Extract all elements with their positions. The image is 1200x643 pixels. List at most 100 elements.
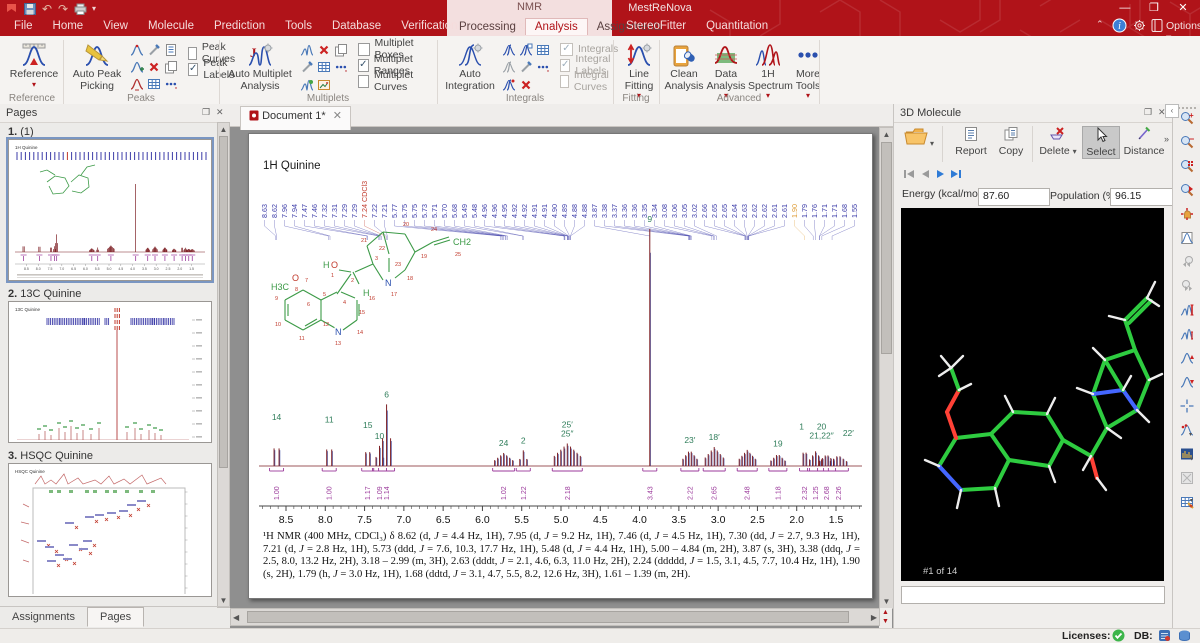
zoom-region-icon[interactable] — [1176, 183, 1198, 205]
context-tab-processing[interactable]: Processing — [450, 19, 525, 35]
zoom-forward-icon[interactable] — [1176, 279, 1198, 301]
report-button[interactable]: Report — [950, 126, 992, 157]
population-field[interactable]: 96.15 — [1110, 188, 1180, 206]
more-icon[interactable] — [162, 77, 179, 92]
copy-button[interactable]: Copy — [994, 126, 1028, 157]
checkbox-multiplet-curves[interactable]: Multiplet Curves — [358, 74, 436, 88]
more-icon[interactable] — [332, 60, 349, 75]
auto-integration-button[interactable]: AutoIntegration — [442, 40, 498, 92]
strip-drag-handle[interactable] — [1178, 107, 1196, 109]
save-icon[interactable] — [24, 3, 36, 18]
quick-access-more-icon[interactable]: ▾ — [92, 4, 96, 13]
context-tab-analysis[interactable]: Analysis — [525, 18, 588, 35]
copy-icon[interactable] — [162, 60, 179, 75]
wrench-icon[interactable] — [517, 60, 534, 75]
table-icon[interactable] — [534, 43, 551, 58]
redo-icon[interactable]: ↷ — [58, 2, 68, 16]
menu-tab-file[interactable]: File — [4, 18, 43, 34]
intensity-down-icon[interactable] — [1176, 327, 1198, 349]
spectrum-page[interactable]: 1H Quinine 8.638.627.967.947.477.467.327… — [248, 133, 873, 599]
display-mode-icon[interactable]: ▾ — [1176, 447, 1198, 469]
table-icon[interactable] — [145, 77, 162, 92]
auto-peak-picking-button[interactable]: Auto PeakPicking — [68, 40, 126, 92]
multiplet-g-icon[interactable] — [298, 78, 315, 93]
wrench-icon[interactable] — [298, 60, 315, 75]
preview-icon[interactable] — [1176, 231, 1198, 253]
collapse-ribbon-icon[interactable]: ⌃ — [1096, 19, 1104, 30]
close-tab-icon[interactable]: ✕ — [333, 110, 342, 122]
prev-page-icon[interactable]: ▲ — [879, 608, 892, 617]
more-tools-button[interactable]: MoreTools▾ — [790, 40, 826, 99]
menu-tab-tools[interactable]: Tools — [275, 18, 322, 34]
distance-button[interactable]: Distance — [1122, 126, 1166, 157]
image-icon[interactable] — [315, 78, 332, 93]
minimize-button[interactable]: — — [1112, 2, 1138, 14]
energy-field[interactable]: 87.60 — [978, 188, 1050, 206]
menu-tab-prediction[interactable]: Prediction — [204, 18, 275, 34]
db-status-icon[interactable] — [1158, 629, 1171, 643]
notebook-icon[interactable] — [1150, 18, 1165, 36]
undo-icon[interactable]: ↶ — [42, 2, 52, 16]
copy-icon[interactable] — [332, 43, 349, 58]
disabled-tool-icon[interactable] — [1176, 471, 1198, 493]
doc-scroll-left-icon[interactable]: ◀ — [233, 611, 239, 624]
db-secondary-icon[interactable] — [1178, 629, 1191, 643]
open-molecule-button[interactable]: ▾ — [902, 126, 936, 150]
play-icon[interactable] — [934, 171, 946, 183]
toolbar-overflow-icon[interactable]: » — [1164, 134, 1169, 144]
zoom-out-icon[interactable]: − — [1176, 135, 1198, 157]
scroll-up-icon[interactable]: ▲ — [218, 123, 229, 136]
pan-icon[interactable] — [1176, 207, 1198, 229]
menu-tab-quantitation[interactable]: Quantitation — [696, 18, 778, 34]
nmr-spectrum[interactable]: 8.638.627.967.947.477.467.327.317.297.29… — [249, 134, 872, 598]
gear-icon[interactable] — [1132, 18, 1147, 36]
zoom-fit-icon[interactable] — [1176, 159, 1198, 181]
prev-frame-icon[interactable] — [919, 171, 931, 183]
report-icon[interactable] — [162, 43, 179, 58]
auto-multiplet-analysis-button[interactable]: JAuto MultipletAnalysis — [224, 40, 296, 92]
menu-tab-database[interactable]: Database — [322, 18, 391, 34]
fit-lowest-icon[interactable] — [1176, 375, 1198, 397]
print-icon[interactable] — [74, 3, 87, 18]
delete-button[interactable]: Delete ▾ — [1036, 126, 1080, 158]
doc-scroll-right-icon[interactable]: ▶ — [871, 611, 877, 624]
zoom-in-icon[interactable]: + — [1176, 111, 1198, 133]
dock-tab-pages[interactable]: Pages — [87, 607, 144, 627]
int1-icon[interactable] — [500, 43, 517, 58]
int2-icon[interactable] — [517, 43, 534, 58]
peak-ref-icon[interactable] — [128, 77, 145, 92]
molecule-3d-viewport[interactable]: #1 of 14 — [901, 208, 1164, 581]
menu-tab-view[interactable]: View — [93, 18, 138, 34]
doc-vscrollbar[interactable]: ▲ ▼ — [879, 127, 894, 609]
zoom-back-icon[interactable] — [1176, 255, 1198, 277]
first-frame-icon[interactable] — [902, 171, 916, 183]
page-item-3[interactable]: 3. HSQC Quinine HSQC Quinine — [8, 450, 212, 597]
float-panel-icon[interactable]: ❐ — [202, 107, 210, 118]
crosshair-icon[interactable] — [1176, 399, 1198, 421]
maximize-button[interactable]: ❐ — [1141, 1, 1167, 14]
clean-analysis-button[interactable]: CleanAnalysis — [664, 40, 704, 92]
setup-icon[interactable]: ▾ — [1176, 495, 1198, 517]
delete-icon[interactable] — [517, 78, 534, 93]
wrench-icon[interactable] — [145, 43, 162, 58]
float-3d-panel-icon[interactable]: ❐ — [1144, 107, 1152, 118]
dock-tab-assignments[interactable]: Assignments — [0, 608, 87, 626]
int3-icon[interactable] — [500, 78, 517, 93]
options-menu[interactable]: Options ▾ — [1166, 20, 1200, 36]
molecule-3d-filter-input[interactable] — [901, 586, 1165, 604]
int-gray-icon[interactable] — [500, 60, 517, 75]
page-item-2[interactable]: 2. 13C Quinine 13C Quinine — [8, 288, 212, 443]
table-icon[interactable] — [315, 60, 332, 75]
fit-highest-icon[interactable] — [1176, 351, 1198, 373]
document-tab[interactable]: Document 1* ✕ — [240, 106, 351, 130]
multiplet-s-icon[interactable] — [298, 43, 315, 58]
peak-new-icon[interactable] — [128, 60, 145, 75]
menu-tab-molecule[interactable]: Molecule — [138, 18, 204, 34]
page-item-1[interactable]: 1. (1) 1H Quinine8.58.07.57.06.56.05.55.… — [8, 126, 212, 281]
last-frame-icon[interactable] — [949, 171, 963, 183]
delete-icon[interactable] — [315, 43, 332, 58]
menu-tab-home[interactable]: Home — [43, 18, 94, 34]
data-analysis-button[interactable]: DataAnalysis▾ — [706, 40, 746, 99]
peak-edit-icon[interactable] — [128, 43, 145, 58]
pages-scrollbar[interactable]: ▲ ▼ — [217, 122, 230, 608]
